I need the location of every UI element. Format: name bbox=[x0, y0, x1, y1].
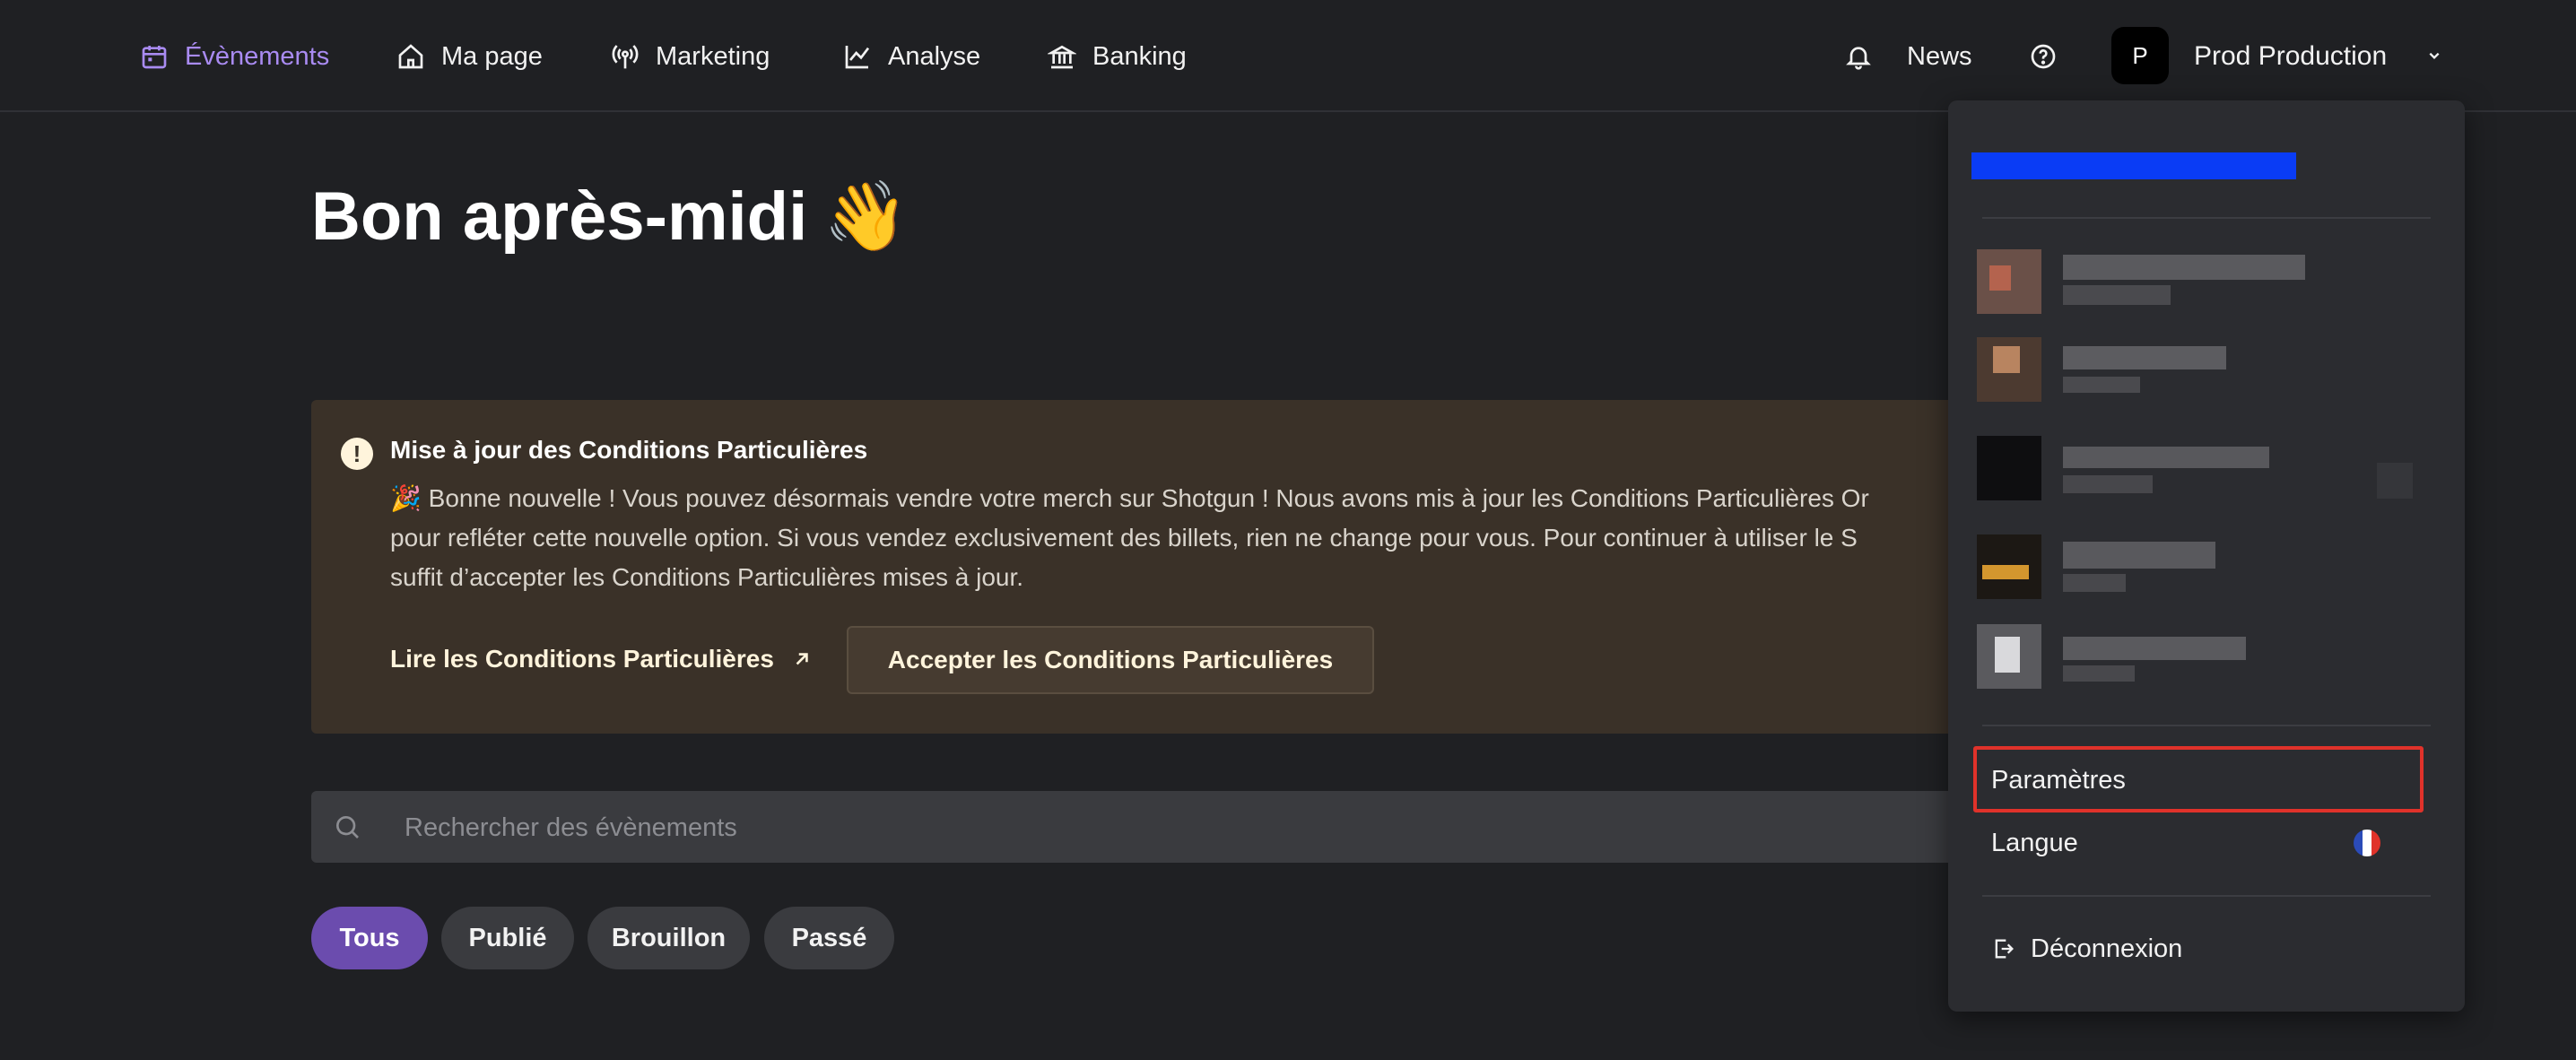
organization-item[interactable] bbox=[1977, 436, 2443, 508]
organization-item[interactable] bbox=[1977, 624, 2443, 696]
redacted-subtitle bbox=[2063, 665, 2135, 682]
organization-item[interactable] bbox=[1977, 249, 2443, 321]
avatar-detail bbox=[1989, 265, 2011, 291]
redacted-badge bbox=[2377, 463, 2413, 499]
divider bbox=[1982, 725, 2431, 726]
greeting-text: Bon après-midi bbox=[311, 178, 808, 255]
nav-news-label: News bbox=[1907, 41, 1972, 71]
bank-icon bbox=[1048, 45, 1076, 69]
nav-marketing-label: Marketing bbox=[656, 41, 770, 71]
banner-line: 🎉 Bonne nouvelle ! Vous pouvez désormais… bbox=[390, 484, 1869, 512]
accept-terms-button[interactable]: Accepter les Conditions Particulières bbox=[847, 626, 1374, 694]
redacted-name bbox=[2063, 255, 2305, 280]
account-name[interactable]: Prod Production bbox=[2194, 34, 2387, 79]
help-button[interactable] bbox=[2029, 34, 2074, 79]
filter-published[interactable]: Publié bbox=[441, 907, 574, 969]
warning-icon: ! bbox=[341, 438, 373, 470]
settings-highlight-annotation bbox=[1973, 746, 2424, 812]
chevron-down-icon[interactable] bbox=[2422, 43, 2447, 68]
help-icon bbox=[2031, 44, 2056, 69]
language-menu-item[interactable]: Langue bbox=[1971, 812, 2438, 874]
avatar bbox=[1977, 436, 2041, 500]
logout-label: Déconnexion bbox=[2031, 934, 2183, 963]
banner-line: pour refléter cette nouvelle option. Si … bbox=[390, 524, 1858, 552]
nav-analyse-label: Analyse bbox=[888, 41, 981, 71]
read-terms-link[interactable]: Lire les Conditions Particulières bbox=[390, 630, 814, 689]
calendar-icon bbox=[142, 46, 167, 69]
avatar-detail bbox=[1982, 565, 2029, 579]
filter-past[interactable]: Passé bbox=[764, 907, 894, 969]
terms-update-banner: ! Mise à jour des Conditions Particulièr… bbox=[311, 400, 2105, 734]
french-flag-icon bbox=[2354, 830, 2380, 856]
nav-my-page-label: Ma page bbox=[441, 41, 543, 71]
nav-analyse[interactable]: Analyse bbox=[843, 34, 980, 79]
banner-body: 🎉 Bonne nouvelle ! Vous pouvez désormais… bbox=[390, 479, 2105, 597]
account-dropdown-menu: Paramètres Langue Déconnexion bbox=[1948, 100, 2465, 1012]
redacted-subtitle bbox=[2063, 285, 2171, 305]
organization-item[interactable] bbox=[1977, 337, 2443, 409]
nav-banking[interactable]: Banking bbox=[1048, 34, 1187, 79]
external-arrow-icon bbox=[796, 653, 808, 665]
nav-my-page[interactable]: Ma page bbox=[396, 34, 543, 79]
redacted-subtitle bbox=[2063, 475, 2153, 493]
redacted-account-bar bbox=[1971, 152, 2296, 179]
banner-title: Mise à jour des Conditions Particulières bbox=[390, 436, 868, 464]
nav-news[interactable]: News bbox=[1844, 34, 1972, 79]
read-terms-label: Lire les Conditions Particulières bbox=[390, 645, 774, 673]
nav-banking-label: Banking bbox=[1092, 41, 1187, 71]
logout-menu-item[interactable]: Déconnexion bbox=[1971, 917, 2438, 980]
account-avatar[interactable]: P bbox=[2111, 27, 2169, 84]
filter-draft[interactable]: Brouillon bbox=[587, 907, 750, 969]
broadcast-icon bbox=[612, 45, 639, 69]
event-search-bar bbox=[311, 791, 2105, 865]
top-navigation: Évènements Ma page Marketing Analyse Ban… bbox=[0, 0, 2576, 112]
page-greeting: Bon après-midi 👋 bbox=[311, 176, 909, 256]
divider bbox=[1982, 895, 2431, 897]
redacted-name bbox=[2063, 346, 2226, 369]
avatar-detail bbox=[1995, 637, 2020, 673]
chart-line-icon bbox=[845, 46, 870, 69]
search-icon bbox=[336, 816, 359, 838]
redacted-name bbox=[2063, 447, 2269, 468]
divider bbox=[1982, 217, 2431, 219]
redacted-name bbox=[2063, 542, 2215, 569]
avatar-detail bbox=[1993, 346, 2020, 373]
waving-hand-emoji: 👋 bbox=[823, 178, 909, 255]
redacted-subtitle bbox=[2063, 574, 2126, 592]
redacted-subtitle bbox=[2063, 377, 2140, 393]
search-input[interactable] bbox=[403, 791, 2021, 865]
nav-events-label: Évènements bbox=[185, 41, 330, 71]
language-label: Langue bbox=[1991, 828, 2078, 857]
filter-all[interactable]: Tous bbox=[311, 907, 428, 969]
nav-marketing[interactable]: Marketing bbox=[611, 34, 770, 79]
logout-icon bbox=[1995, 939, 2014, 959]
organization-item[interactable] bbox=[1977, 534, 2443, 606]
banner-line: suffit d’accepter les Conditions Particu… bbox=[390, 563, 1024, 591]
home-icon bbox=[398, 44, 423, 69]
redacted-name bbox=[2063, 637, 2246, 660]
nav-events[interactable]: Évènements bbox=[140, 34, 329, 79]
bell-icon bbox=[1846, 47, 1871, 70]
